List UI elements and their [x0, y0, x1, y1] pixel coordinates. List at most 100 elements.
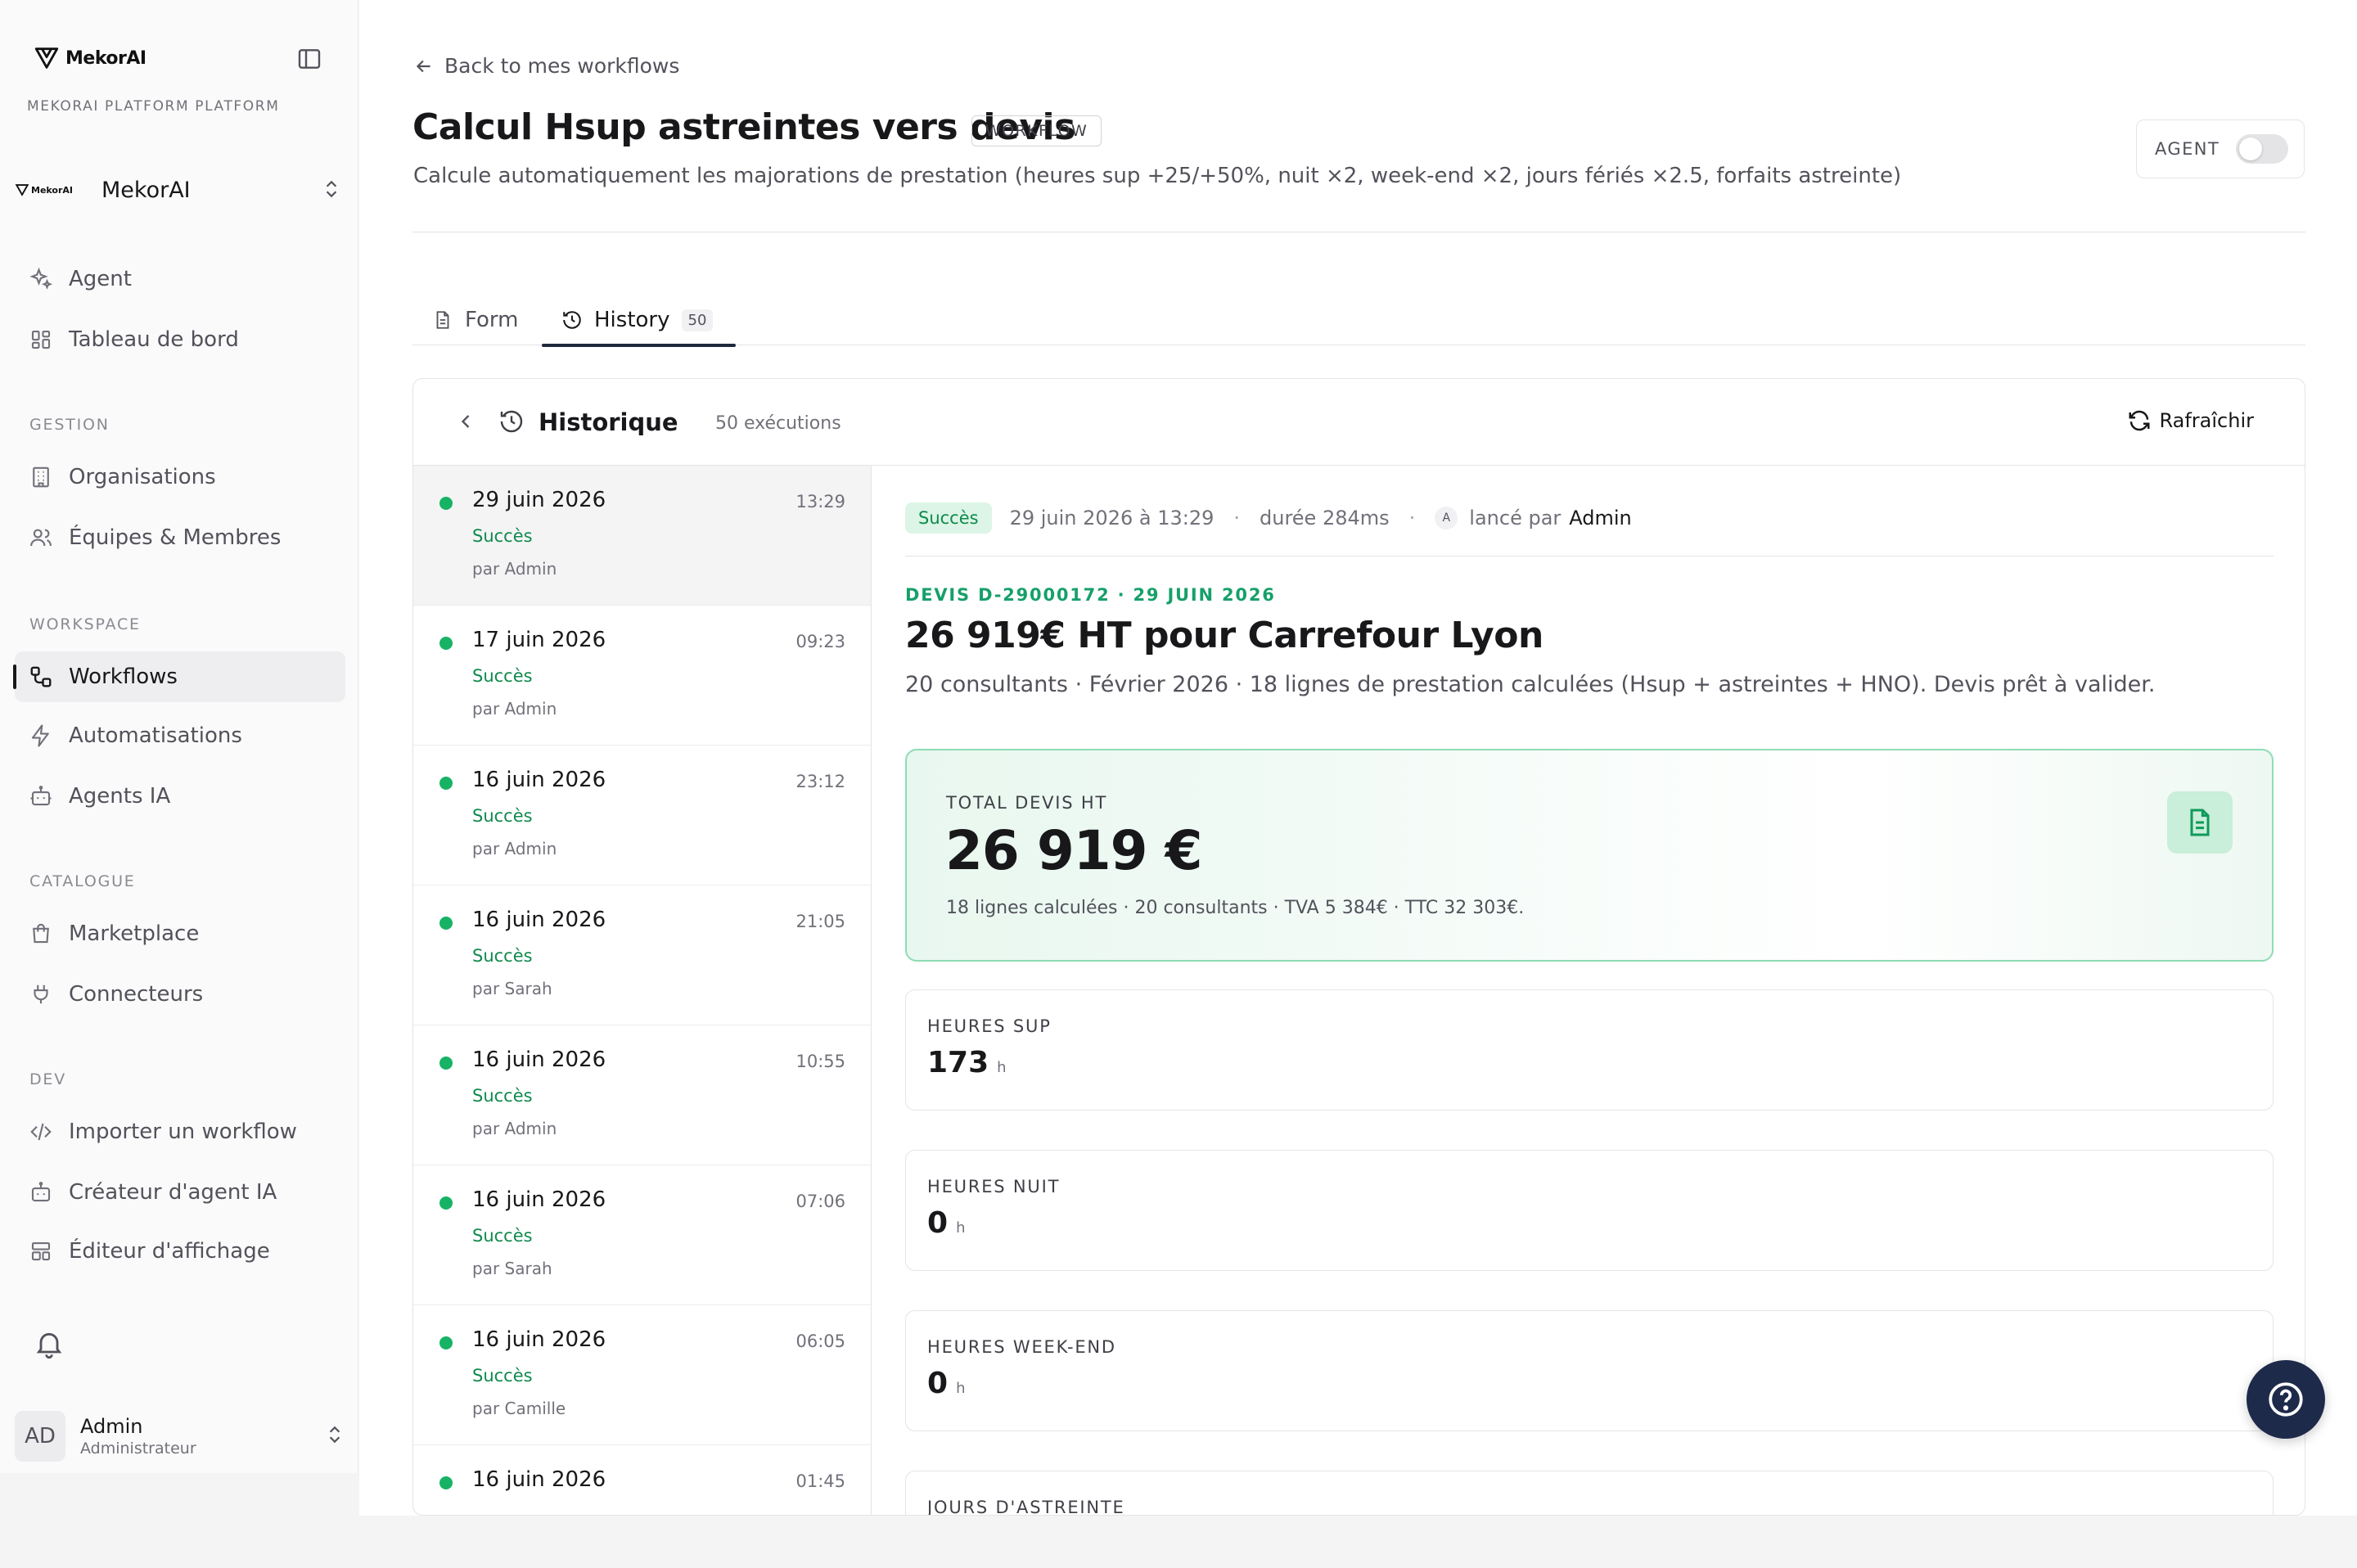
sidebar-item-organisations[interactable]: Organisations	[15, 452, 345, 502]
run-meta: Succès 29 juin 2026 à 13:29 · durée 284m…	[905, 500, 1632, 536]
stat-card-jours-astreinte: JOURS D'ASTREINTE	[905, 1471, 2274, 1516]
workflow-badge: WORKFLOW	[971, 115, 1102, 146]
sidebar-item-label: Organisations	[69, 465, 216, 489]
back-link[interactable]: Back to mes workflows	[413, 54, 679, 78]
sidebar-item-label: Éditeur d'affichage	[69, 1239, 270, 1264]
tab-history[interactable]: History 50	[542, 295, 737, 347]
devis-title: 26 919€ HT pour Carrefour Lyon	[905, 615, 1544, 656]
stat-number: 0	[927, 1206, 949, 1240]
list-item[interactable]: 29 juin 2026 13:29 Succès par Admin	[413, 466, 871, 606]
stat-card-heures-nuit: HEURES NUIT 0h	[905, 1150, 2274, 1271]
section-label-catalogue: CATALOGUE	[29, 872, 136, 890]
bot-icon	[28, 1179, 54, 1205]
run-list: 29 juin 2026 13:29 Succès par Admin 17 j…	[413, 466, 872, 1515]
run-time: 21:05	[795, 912, 845, 931]
agent-switch[interactable]	[2236, 134, 2289, 164]
user-role: Administrateur	[80, 1440, 196, 1458]
chevron-left-icon[interactable]	[454, 410, 477, 436]
sidebar-toggle-icon[interactable]	[296, 46, 322, 72]
user-menu[interactable]: AD Admin Administrateur	[15, 1408, 345, 1465]
separator-dot: ·	[1233, 507, 1240, 529]
bag-icon	[28, 921, 54, 947]
list-item[interactable]: 16 juin 2026 23:12 Succès par Admin	[413, 746, 871, 885]
tabs: Form History 50	[412, 295, 2305, 347]
launched-by-label: lancé par	[1469, 507, 1562, 529]
section-label-gestion: GESTION	[29, 416, 110, 434]
refresh-icon	[2129, 410, 2149, 431]
sidebar: MekorAI MEKORAI PLATFORM PLATFORM MekorA…	[0, 0, 358, 1473]
users-icon	[28, 525, 54, 551]
stat-label: HEURES WEEK-END	[927, 1337, 1116, 1357]
list-item[interactable]: 16 juin 2026 06:05 Succès par Camille	[413, 1305, 871, 1445]
run-status: Succès	[472, 666, 533, 686]
brand[interactable]: MekorAI	[33, 44, 146, 72]
history-title: Historique	[539, 408, 678, 436]
user-name: Admin	[80, 1415, 143, 1438]
run-status: Succès	[472, 526, 533, 546]
history-icon	[498, 408, 525, 438]
sidebar-item-agents-ia[interactable]: Agents IA	[15, 771, 345, 822]
sidebar-item-connecteurs[interactable]: Connecteurs	[15, 969, 345, 1020]
refresh-button[interactable]: Rafraîchir	[2127, 408, 2255, 433]
code-icon	[28, 1119, 54, 1145]
sparkles-icon	[28, 266, 54, 292]
tab-label: Form	[465, 308, 519, 332]
sidebar-item-agent[interactable]: Agent	[15, 254, 345, 304]
org-name: MekorAI	[101, 177, 191, 203]
sidebar-item-automatisations[interactable]: Automatisations	[15, 710, 345, 761]
plug-icon	[28, 981, 54, 1007]
total-value: 26 919 €	[945, 819, 1202, 882]
stat-label: HEURES SUP	[927, 1016, 1052, 1036]
org-switcher[interactable]: MekorAI MekorAI	[15, 167, 342, 213]
sidebar-item-workflows[interactable]: Workflows	[13, 651, 345, 702]
list-item[interactable]: 16 juin 2026 01:45	[413, 1445, 871, 1515]
avatar: AD	[15, 1411, 65, 1462]
run-datetime: 29 juin 2026 à 13:29	[1009, 507, 1215, 529]
list-item[interactable]: 16 juin 2026 21:05 Succès par Sarah	[413, 885, 871, 1025]
bell-icon[interactable]	[33, 1327, 65, 1363]
sidebar-item-label: Équipes & Membres	[69, 525, 282, 550]
run-date: 16 juin 2026	[472, 768, 606, 792]
status-dot	[439, 1336, 453, 1349]
brand-name: MekorAI	[65, 47, 146, 69]
avatar: A	[1435, 507, 1458, 529]
sidebar-item-importer-workflow[interactable]: Importer un workflow	[15, 1106, 345, 1157]
list-item[interactable]: 16 juin 2026 07:06 Succès par Sarah	[413, 1165, 871, 1305]
list-item[interactable]: 16 juin 2026 10:55 Succès par Admin	[413, 1025, 871, 1165]
sidebar-item-createur-agent[interactable]: Créateur d'agent IA	[15, 1167, 345, 1218]
platform-label: MEKORAI PLATFORM PLATFORM	[27, 98, 280, 115]
help-button[interactable]	[2247, 1360, 2325, 1439]
status-badge: Succès	[905, 502, 992, 534]
history-panel-header: Historique 50 exécutions Rafraîchir	[413, 379, 2305, 466]
run-author: par Sarah	[472, 979, 552, 998]
sidebar-item-label: Tableau de bord	[69, 327, 239, 352]
run-duration: durée 284ms	[1260, 507, 1390, 529]
section-label-workspace: WORKSPACE	[29, 615, 141, 633]
stat-number: 173	[927, 1046, 989, 1079]
back-link-label: Back to mes workflows	[444, 54, 680, 78]
sidebar-item-label: Agents IA	[69, 784, 171, 809]
sidebar-item-label: Agent	[69, 267, 132, 291]
sidebar-item-marketplace[interactable]: Marketplace	[15, 908, 345, 959]
status-dot	[439, 1196, 453, 1210]
org-logo-text: MekorAI	[31, 184, 74, 196]
sidebar-item-label: Marketplace	[69, 921, 200, 946]
sidebar-item-equipes-membres[interactable]: Équipes & Membres	[15, 512, 345, 563]
agent-toggle[interactable]: AGENT	[2136, 119, 2305, 178]
total-card: TOTAL DEVIS HT 26 919 € 18 lignes calcul…	[905, 749, 2274, 962]
sidebar-item-label: Automatisations	[69, 723, 242, 748]
layout-icon	[28, 1238, 54, 1264]
sidebar-item-label: Workflows	[69, 665, 178, 689]
stat-value: 0h	[927, 1206, 965, 1240]
history-panel: Historique 50 exécutions Rafraîchir 29 j…	[412, 378, 2305, 1516]
sidebar-item-editeur-affichage[interactable]: Éditeur d'affichage	[15, 1226, 345, 1277]
sidebar-item-tableau-de-bord[interactable]: Tableau de bord	[15, 314, 345, 365]
org-logo-icon	[15, 184, 29, 196]
main-content: Back to mes workflows Calcul Hsup astrei…	[359, 0, 2357, 1516]
refresh-label: Rafraîchir	[2159, 409, 2255, 432]
stat-unit: h	[956, 1219, 966, 1237]
document-icon	[436, 311, 449, 329]
list-item[interactable]: 17 juin 2026 09:23 Succès par Admin	[413, 606, 871, 746]
tab-form[interactable]: Form	[432, 295, 519, 345]
stat-label: JOURS D'ASTREINTE	[927, 1498, 1125, 1516]
